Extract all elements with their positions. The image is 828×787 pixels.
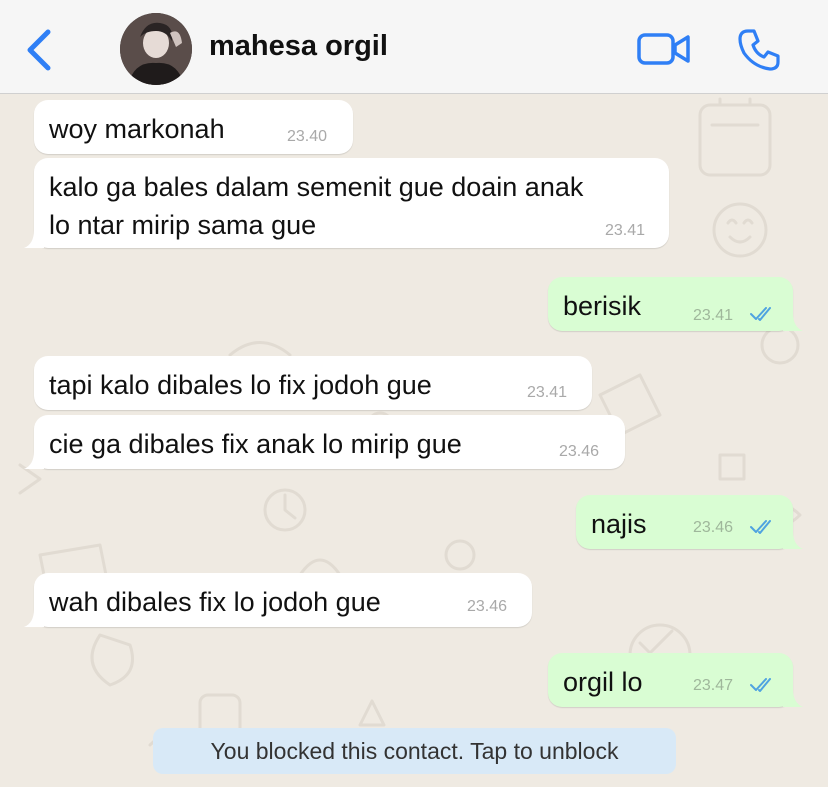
message-bubble-incoming[interactable]: wah dibales fix lo jodoh gue 23.46: [24, 573, 532, 627]
message-bubble-incoming[interactable]: tapi kalo dibales lo fix jodoh gue 23.41: [34, 356, 592, 410]
voice-call-button[interactable]: [736, 27, 782, 73]
bubble-tail: [783, 531, 803, 549]
bubble-tail: [783, 313, 803, 331]
bubble-tail: [24, 609, 44, 627]
bubble-tail: [24, 451, 44, 469]
back-button[interactable]: [22, 26, 58, 74]
message-time: 23.47: [693, 677, 734, 694]
message-text: cie ga dibales fix anak lo mirip gue: [49, 429, 462, 459]
message-bubble-outgoing[interactable]: berisik 23.41: [548, 277, 803, 331]
video-camera-icon: [637, 33, 690, 65]
read-ticks-icon: [750, 520, 771, 534]
message-text-line: kalo ga bales dalam semenit gue doain an…: [49, 172, 584, 202]
message-text-line: lo ntar mirip sama gue: [49, 210, 317, 240]
avatar[interactable]: [120, 13, 192, 85]
chat-header: mahesa orgil: [0, 0, 828, 94]
message-text: wah dibales fix lo jodoh gue: [49, 587, 381, 617]
chevron-left-icon: [27, 29, 51, 71]
phone-icon: [738, 29, 780, 71]
read-ticks-icon: [750, 307, 771, 321]
message-bubble-incoming[interactable]: kalo ga bales dalam semenit gue doain an…: [24, 158, 669, 248]
contact-name[interactable]: mahesa orgil: [209, 30, 388, 63]
message-text: najis: [591, 509, 647, 539]
message-time: 23.41: [527, 384, 568, 401]
video-call-button[interactable]: [637, 29, 691, 69]
message-time: 23.41: [605, 222, 646, 239]
read-ticks-icon: [750, 678, 771, 692]
message-bubble-incoming[interactable]: cie ga dibales fix anak lo mirip gue 23.…: [24, 415, 625, 469]
message-time: 23.46: [559, 443, 600, 460]
message-text: berisik: [563, 291, 642, 321]
message-time: 23.41: [693, 307, 734, 324]
message-time: 23.46: [467, 598, 508, 615]
message-bubble-outgoing[interactable]: najis 23.46: [576, 495, 803, 549]
message-time: 23.40: [287, 128, 328, 145]
message-bubble-incoming[interactable]: woy markonah 23.40: [34, 100, 353, 154]
message-text: orgil lo: [563, 667, 643, 697]
message-text: woy markonah: [49, 114, 225, 144]
avatar-image: [120, 13, 192, 85]
chat-area[interactable]: woy markonah 23.40 kalo ga bales dalam s…: [0, 95, 828, 787]
blocked-contact-banner[interactable]: You blocked this contact. Tap to unblock: [153, 728, 676, 774]
message-time: 23.46: [693, 519, 734, 536]
bubble-tail: [24, 230, 44, 248]
message-text: tapi kalo dibales lo fix jodoh gue: [49, 370, 432, 400]
bubble-tail: [783, 689, 803, 707]
message-bubble-outgoing[interactable]: orgil lo 23.47: [548, 653, 803, 707]
